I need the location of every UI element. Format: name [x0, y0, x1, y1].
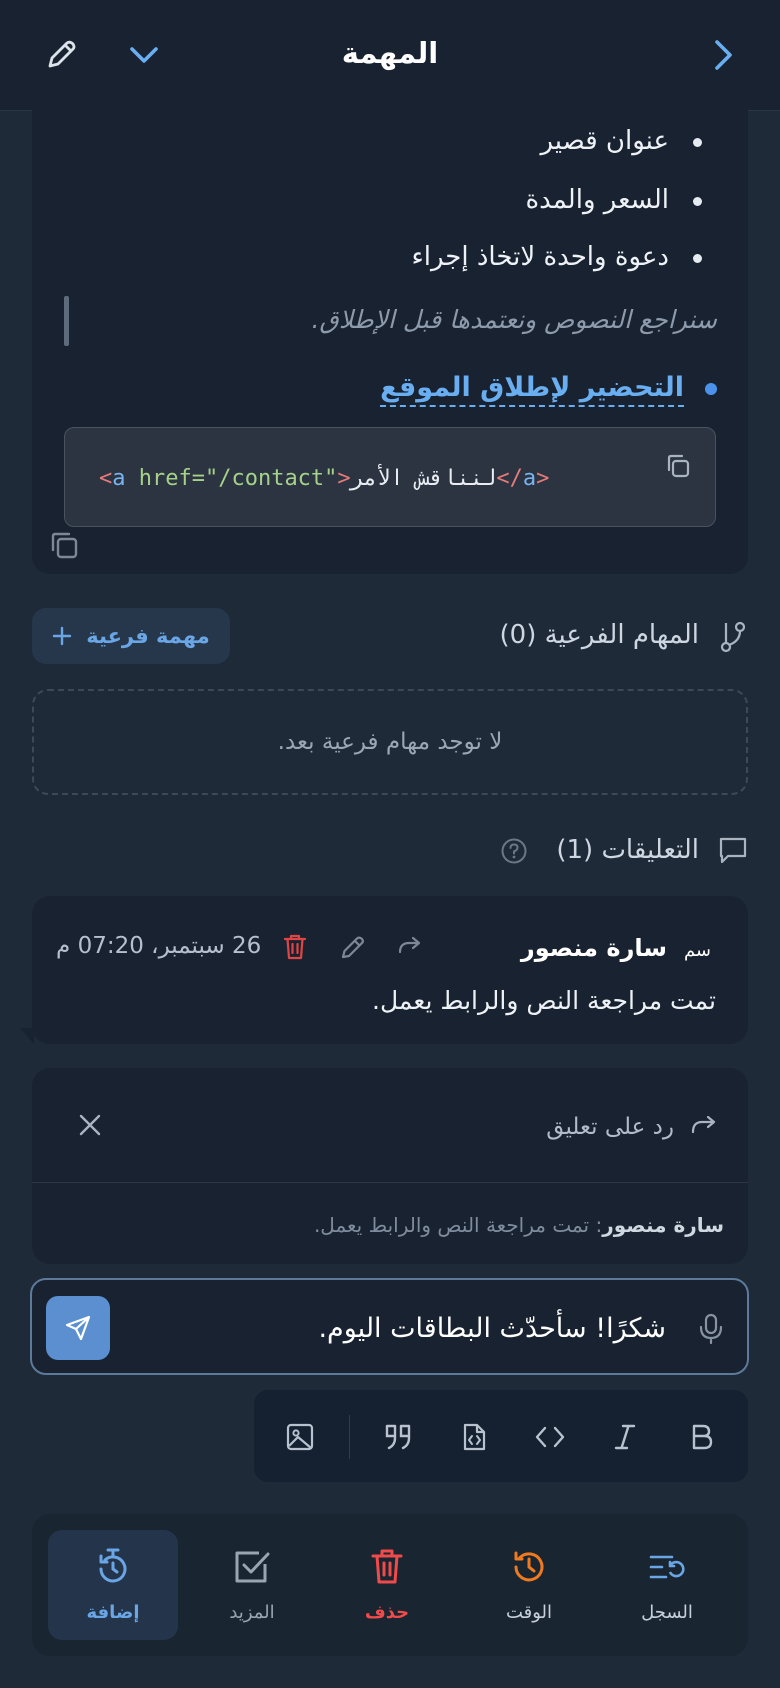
timer-add-icon [94, 1544, 132, 1590]
add-action[interactable]: إضافة [48, 1530, 178, 1640]
copy-code-icon[interactable] [664, 452, 692, 480]
more-label: المزيد [229, 1602, 275, 1623]
microphone-icon[interactable] [698, 1313, 724, 1345]
reply-quote: سارة منصور: تمت مراجعة النص والرابط يعمل… [314, 1213, 724, 1237]
clock-history-icon [510, 1544, 548, 1590]
help-icon[interactable] [500, 837, 528, 865]
code-file-icon[interactable] [456, 1419, 492, 1455]
close-icon[interactable] [78, 1113, 102, 1137]
bullet-dot [693, 138, 702, 147]
code-line: <a href="/contact">لنناقش الأمر</a> [99, 466, 550, 491]
add-subtask-button[interactable]: مهمة فرعية [32, 608, 230, 664]
task-link[interactable]: التحضير لإطلاق الموقع [380, 372, 684, 407]
subtasks-empty-state: لا توجد مهام فرعية بعد. [32, 689, 748, 795]
history-label: السجل [641, 1602, 693, 1623]
blockquote-bar [64, 296, 69, 346]
plus-icon [52, 626, 72, 646]
avatar: سم [683, 940, 711, 961]
list-item: عنوان قصير [540, 126, 669, 156]
edit-pencil-icon[interactable] [44, 38, 78, 72]
page-title: المهمة [341, 36, 439, 70]
comment-card [32, 896, 748, 1044]
add-label: إضافة [86, 1602, 140, 1623]
reply-quote-text: : تمت مراجعة النص والرابط يعمل. [313, 1213, 603, 1237]
trash-icon[interactable] [282, 933, 308, 961]
trash-icon [370, 1544, 404, 1590]
reply-label: رد على تعليق [546, 1114, 674, 1140]
delete-label: حذف [364, 1602, 410, 1623]
bullet-dot [693, 254, 702, 263]
edit-pencil-icon[interactable] [339, 933, 367, 961]
subtask-button-label: مهمة فرعية [86, 624, 210, 648]
comment-timestamp: 26 سبتمبر، 07:20 م [56, 933, 262, 959]
comment-input-value[interactable]: شكرًا! سأحدّث البطاقات اليوم. [318, 1313, 666, 1344]
bold-icon[interactable] [684, 1419, 720, 1455]
divider [32, 1182, 748, 1183]
empty-message: لا توجد مهام فرعية بعد. [277, 729, 503, 755]
chevron-down-icon[interactable] [128, 44, 160, 66]
image-icon[interactable] [282, 1419, 318, 1455]
list-item: دعوة واحدة لاتخاذ إجراء [411, 242, 670, 272]
toolbar-separator [349, 1415, 350, 1459]
reply-arrow-icon [690, 1114, 718, 1138]
comment-tail [20, 1028, 34, 1044]
comments-heading: التعليقات (1) [556, 835, 699, 865]
subtasks-heading: المهام الفرعية (0) [499, 620, 700, 650]
formatting-toolbar [254, 1390, 748, 1482]
send-button[interactable] [46, 1296, 110, 1360]
send-icon [64, 1314, 92, 1342]
top-bar: المهمة [0, 0, 780, 111]
time-label: الوقت [505, 1602, 553, 1623]
comment-body: تمت مراجعة النص والرابط يعمل. [372, 986, 716, 1015]
bullet-dot [693, 197, 702, 206]
reply-arrow-icon[interactable] [397, 935, 423, 959]
code-icon[interactable] [532, 1419, 568, 1455]
code-block: <a href="/contact">لنناقش الأمر</a> [64, 427, 716, 527]
subtasks-branch-icon [718, 621, 748, 653]
delete-action[interactable]: حذف [322, 1530, 452, 1640]
history-action[interactable]: السجل [602, 1530, 732, 1640]
history-list-icon [648, 1544, 686, 1590]
list-item: السعر والمدة [525, 185, 670, 215]
quote-icon[interactable] [380, 1419, 416, 1455]
comment-bubble-icon [718, 835, 748, 865]
checkbox-icon [233, 1544, 271, 1590]
bullet-dot [705, 383, 717, 395]
time-action[interactable]: الوقت [464, 1530, 594, 1640]
reply-quote-author: سارة منصور [602, 1213, 724, 1237]
comment-author: سارة منصور [520, 934, 667, 962]
blockquote-text: سنراجع النصوص ونعتمدها قبل الإطلاق. [311, 305, 717, 334]
italic-icon[interactable] [607, 1419, 643, 1455]
more-action[interactable]: المزيد [187, 1530, 317, 1640]
copy-icon[interactable] [48, 529, 80, 561]
